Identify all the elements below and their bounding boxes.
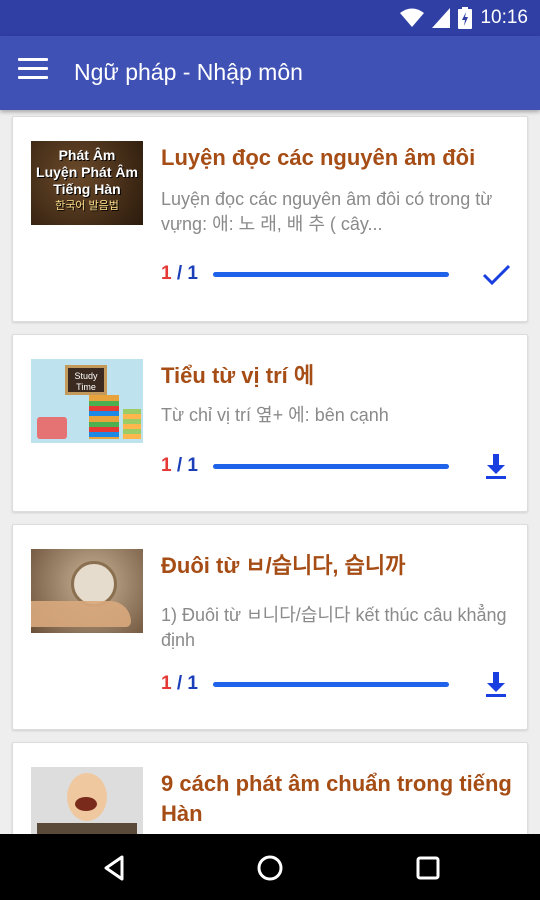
progress-fill xyxy=(213,272,449,277)
progress-row: 1 / 1 xyxy=(161,453,515,479)
home-icon[interactable] xyxy=(250,848,290,888)
lesson-card[interactable]: Phát Âm Luyện Phát Âm Tiếng Hàn 한국어 발음법 … xyxy=(12,116,528,322)
lesson-description: 1) Đuôi từ ㅂ니다/습니다 kết thúc câu khẳng đị… xyxy=(161,605,507,650)
lesson-description: Từ chỉ vị trí 옆+ 에: bên cạnh xyxy=(161,405,389,425)
progress-bar xyxy=(213,464,449,469)
progress-row: 1 / 1 xyxy=(161,671,515,697)
page-title: Ngữ pháp - Nhập môn xyxy=(74,59,303,85)
lesson-thumbnail: Study Time xyxy=(31,359,143,443)
thumb-text: 한국어 발음법 xyxy=(55,200,119,212)
progress-text: 1 / 1 xyxy=(161,673,198,694)
status-icons: 10:16 xyxy=(400,7,528,29)
progress-fill xyxy=(213,682,449,687)
lesson-thumbnail xyxy=(31,767,143,834)
app-bar: Ngữ pháp - Nhập môn xyxy=(0,36,540,110)
lesson-title: 9 cách phát âm chuẩn trong tiếng Hàn xyxy=(161,771,512,826)
lesson-card[interactable]: Đuôi từ ㅂ/습니다, 습니까 1) Đuôi từ ㅂ니다/습니다 kế… xyxy=(12,524,528,730)
battery-icon xyxy=(458,7,473,29)
lesson-card[interactable]: 9 cách phát âm chuẩn trong tiếng Hàn xyxy=(12,742,528,834)
lesson-title: Luyện đọc các nguyên âm đôi xyxy=(161,145,476,170)
thumb-text: Phát Âm xyxy=(58,147,116,163)
check-icon[interactable] xyxy=(479,257,513,291)
lesson-list[interactable]: Phát Âm Luyện Phát Âm Tiếng Hàn 한국어 발음법 … xyxy=(0,110,540,834)
download-icon[interactable] xyxy=(479,449,513,483)
thumb-text: Time xyxy=(76,382,96,392)
download-icon[interactable] xyxy=(479,667,513,701)
thumb-text: Study xyxy=(74,371,98,381)
lesson-thumbnail xyxy=(31,549,143,633)
lesson-description: Luyện đọc các nguyên âm đôi có trong từ … xyxy=(161,189,493,234)
menu-icon[interactable] xyxy=(18,58,48,88)
lesson-thumbnail: Phát Âm Luyện Phát Âm Tiếng Hàn 한국어 발음법 xyxy=(31,141,143,225)
status-bar: 10:16 xyxy=(0,0,540,36)
thumb-text: Tiếng Hàn xyxy=(53,181,121,197)
progress-fill xyxy=(213,464,449,469)
progress-row: 1 / 1 xyxy=(161,261,515,287)
lesson-card[interactable]: Study Time Tiểu từ vị trí 에 Từ chỉ vị tr… xyxy=(12,334,528,512)
progress-bar xyxy=(213,272,449,277)
progress-text: 1 / 1 xyxy=(161,455,198,476)
lesson-title: Tiểu từ vị trí 에 xyxy=(161,363,315,388)
wifi-icon xyxy=(400,8,425,27)
recents-icon[interactable] xyxy=(408,848,448,888)
signal-icon xyxy=(432,8,451,28)
progress-text: 1 / 1 xyxy=(161,263,198,284)
back-icon[interactable] xyxy=(94,848,134,888)
thumb-text: Luyện Phát Âm xyxy=(36,164,138,180)
progress-bar xyxy=(213,682,449,687)
status-time: 10:16 xyxy=(480,7,528,28)
navigation-bar xyxy=(0,834,540,900)
lesson-title: Đuôi từ ㅂ/습니다, 습니까 xyxy=(161,553,406,578)
